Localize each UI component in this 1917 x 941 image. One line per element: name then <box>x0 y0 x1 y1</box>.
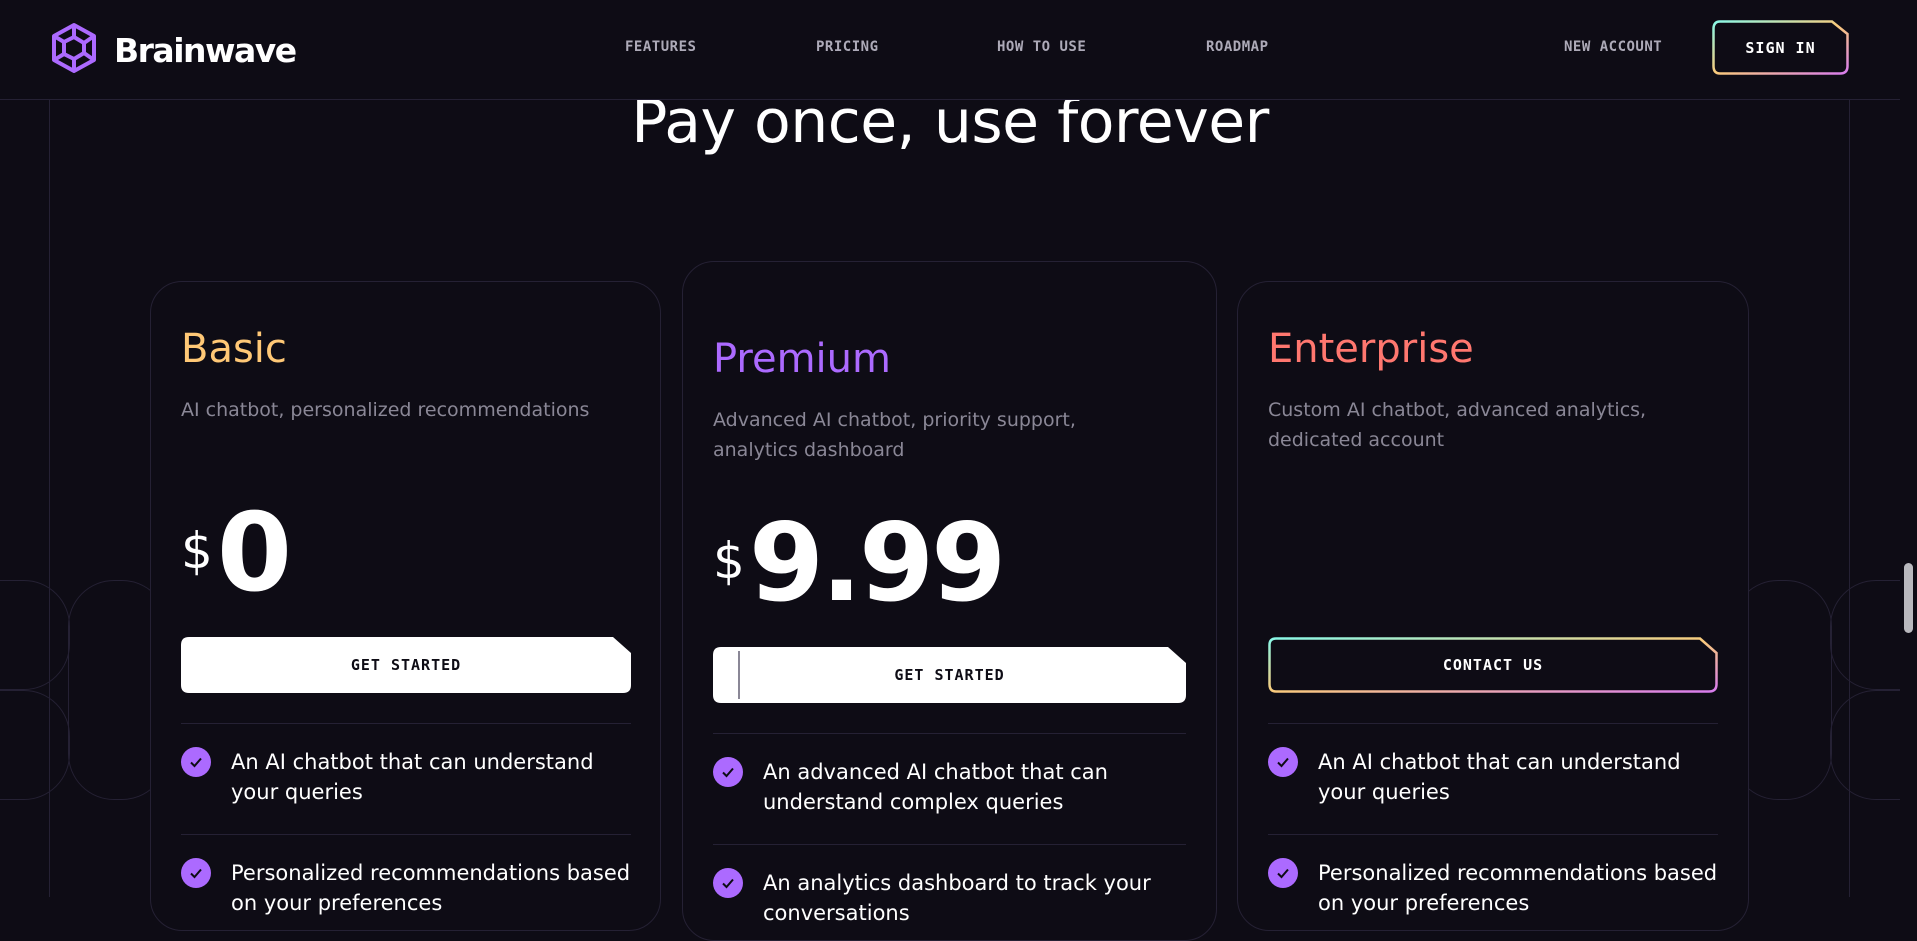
site-header: Brainwave FEATURES PRICING HOW TO USE RO… <box>0 0 1900 100</box>
card-divider <box>181 723 631 724</box>
button-label: CONTACT US <box>1442 656 1544 674</box>
check-icon <box>1268 747 1298 777</box>
feature-item: An AI chatbot that can understand your q… <box>181 747 631 807</box>
button-label: GET STARTED <box>894 666 1005 684</box>
price-currency: $ <box>713 532 745 590</box>
get-started-button[interactable]: GET STARTED <box>713 647 1186 703</box>
sign-in-label: SIGN IN <box>1745 38 1816 57</box>
check-icon <box>713 757 743 787</box>
feature-item: An analytics dashboard to track your con… <box>713 868 1186 928</box>
decor-left-top <box>0 580 70 690</box>
nav-roadmap[interactable]: ROADMAP <box>1206 39 1269 55</box>
check-icon <box>181 858 211 888</box>
sign-in-button[interactable]: SIGN IN <box>1712 20 1849 75</box>
plan-card-basic: Basic AI chatbot, personalized recommend… <box>150 281 661 931</box>
nav-how-to-use[interactable]: HOW TO USE <box>997 39 1086 55</box>
feature-divider <box>713 844 1186 845</box>
new-account-link[interactable]: NEW ACCOUNT <box>1564 39 1662 55</box>
feature-item: Personalized recommendations based on yo… <box>181 858 631 918</box>
page-scrollbar[interactable] <box>1900 0 1917 897</box>
brand-name: Brainwave <box>114 30 297 70</box>
decor-left-bottom <box>0 690 70 800</box>
check-icon <box>181 747 211 777</box>
feature-text: An AI chatbot that can understand your q… <box>231 750 594 804</box>
check-icon <box>713 868 743 898</box>
plan-card-enterprise: Enterprise Custom AI chatbot, advanced a… <box>1237 281 1749 931</box>
feature-text: An advanced AI chatbot that can understa… <box>763 760 1108 814</box>
plan-name: Premium <box>713 336 891 382</box>
feature-text: An AI chatbot that can understand your q… <box>1318 750 1681 804</box>
price-amount: 0 <box>216 491 292 616</box>
feature-text: Personalized recommendations based on yo… <box>231 861 631 915</box>
button-label: GET STARTED <box>350 656 462 674</box>
plan-price: $ 9.99 <box>713 501 1006 626</box>
price-amount: 9.99 <box>748 501 1006 626</box>
card-divider <box>1268 723 1718 724</box>
plan-description: Custom AI chatbot, advanced analytics, d… <box>1268 399 1647 451</box>
feature-item: Personalized recommendations based on yo… <box>1268 858 1718 918</box>
nav-pricing[interactable]: PRICING <box>816 39 879 55</box>
feature-item: An advanced AI chatbot that can understa… <box>713 757 1186 817</box>
plan-card-premium: Premium Advanced AI chatbot, priority su… <box>682 261 1217 941</box>
price-currency: $ <box>181 522 213 580</box>
feature-divider <box>181 834 631 835</box>
scrollbar-thumb[interactable] <box>1904 563 1913 633</box>
plan-price: $ 0 <box>181 491 292 616</box>
brainwave-logo-icon <box>48 22 100 78</box>
plan-description: AI chatbot, personalized recommendations <box>181 399 590 421</box>
brand-logo[interactable]: Brainwave <box>48 22 297 78</box>
card-divider <box>713 733 1186 734</box>
check-icon <box>1268 858 1298 888</box>
plan-name: Enterprise <box>1268 326 1474 372</box>
nav-features[interactable]: FEATURES <box>625 39 696 55</box>
feature-text: Personalized recommendations based on yo… <box>1318 861 1718 915</box>
feature-item: An AI chatbot that can understand your q… <box>1268 747 1718 807</box>
feature-divider <box>1268 834 1718 835</box>
get-started-button[interactable]: GET STARTED <box>181 637 631 693</box>
feature-text: An analytics dashboard to track your con… <box>763 871 1151 925</box>
plan-name: Basic <box>181 326 287 372</box>
contact-us-button[interactable]: CONTACT US <box>1268 637 1718 693</box>
plan-description: Advanced AI chatbot, priority support, a… <box>713 409 1076 461</box>
